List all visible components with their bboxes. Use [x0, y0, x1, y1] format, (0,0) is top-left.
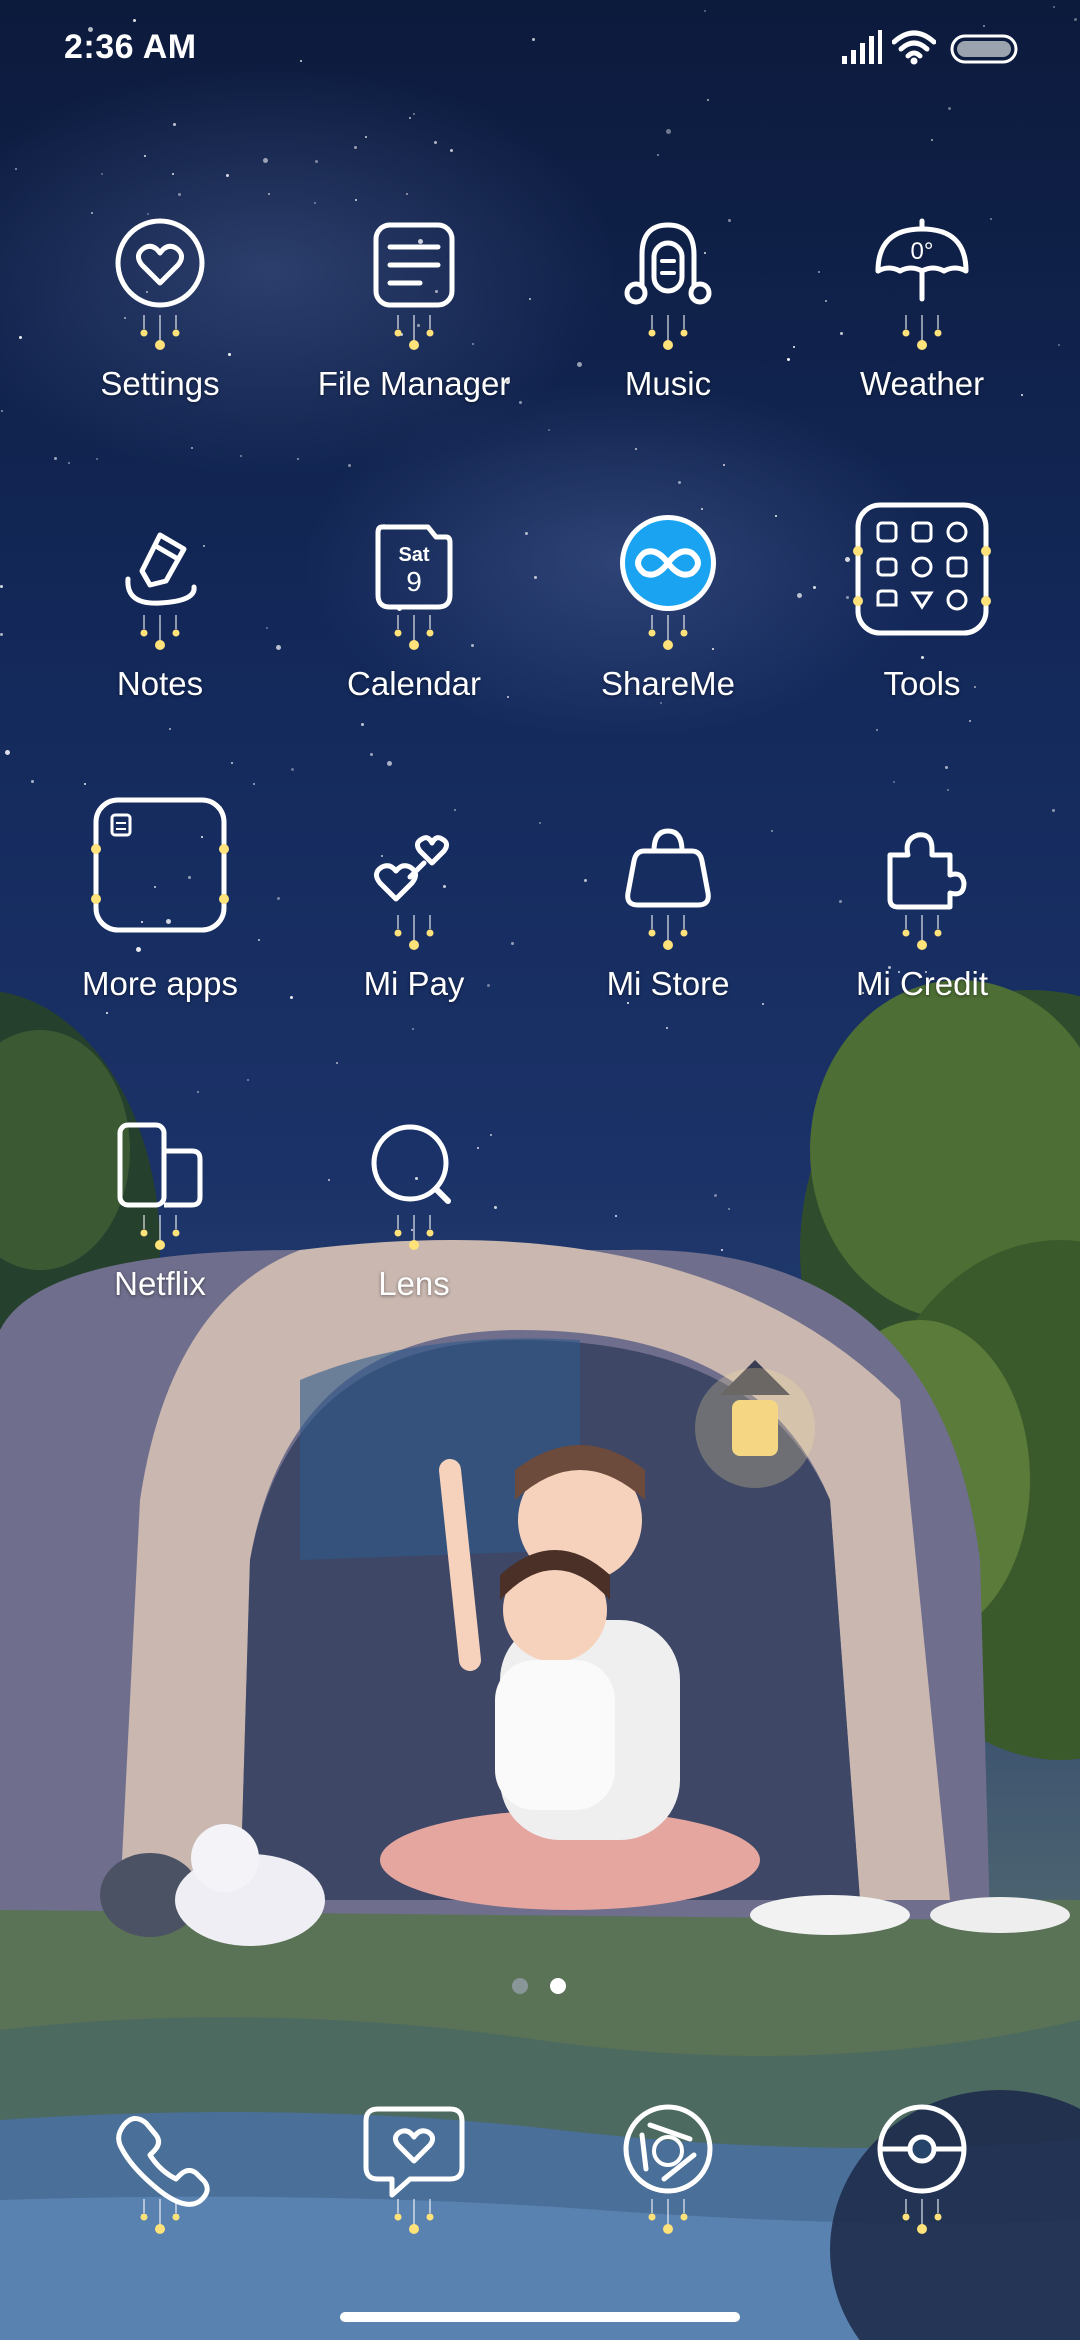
- folder-icon: [90, 797, 230, 955]
- app-lens[interactable]: Lens: [289, 1115, 539, 1315]
- camera-icon: [877, 2104, 967, 2234]
- app-label: More apps: [82, 965, 238, 1002]
- app-label: Weather: [859, 365, 985, 402]
- calendar-icon: Sat 9: [354, 515, 474, 655]
- app-mi-credit[interactable]: Mi Credit: [797, 815, 1047, 1015]
- status-time: 2:36 AM: [64, 28, 197, 66]
- app-file-manager[interactable]: File Manager: [289, 215, 539, 415]
- app-tools-folder[interactable]: Tools: [797, 502, 1047, 715]
- folder-list-icon: [354, 215, 474, 355]
- calendar-date: 9: [406, 566, 422, 597]
- weather-temp: 0°: [911, 238, 934, 265]
- headphones-icon: [608, 215, 728, 355]
- infinity-icon: [608, 515, 728, 655]
- tools-folder-icon: [852, 502, 992, 655]
- dock-browser[interactable]: [598, 2095, 738, 2245]
- dock-camera[interactable]: [852, 2095, 992, 2245]
- battery-icon: [950, 34, 1018, 64]
- app-calendar[interactable]: Sat 9 Calendar: [289, 515, 539, 715]
- app-label: Music: [624, 365, 712, 402]
- app-mi-pay[interactable]: Mi Pay: [289, 815, 539, 1015]
- app-notes[interactable]: Notes: [35, 515, 285, 715]
- page-indicator[interactable]: [0, 1976, 1080, 1996]
- phone-icon: [116, 2116, 210, 2234]
- umbrella-icon: 0°: [862, 215, 982, 355]
- wifi-icon: [892, 30, 936, 65]
- app-mi-store[interactable]: Mi Store: [543, 815, 793, 1015]
- status-icons: [840, 30, 1020, 70]
- dock-phone[interactable]: [90, 2095, 230, 2245]
- signal-icon: [842, 30, 882, 64]
- heart-circle-icon: [100, 215, 220, 355]
- app-settings[interactable]: Settings: [35, 215, 285, 415]
- lens-icon: [354, 1115, 474, 1255]
- page-dot-2-active[interactable]: [550, 1978, 566, 1994]
- app-netflix[interactable]: Netflix: [35, 1115, 285, 1315]
- bag-icon: [608, 815, 728, 955]
- app-label: Lens: [378, 1265, 450, 1302]
- app-shareme[interactable]: ShareMe: [543, 515, 793, 715]
- app-label: File Manager: [317, 365, 511, 402]
- app-label: Mi Credit: [855, 965, 989, 1002]
- gesture-bar[interactable]: [340, 2312, 740, 2322]
- calendar-day: Sat: [398, 544, 429, 566]
- puzzle-icon: [862, 815, 982, 955]
- browser-aperture-icon: [623, 2104, 713, 2234]
- netflix-icon: [100, 1115, 220, 1255]
- app-label: Netflix: [114, 1265, 206, 1302]
- app-label: Mi Store: [606, 965, 730, 1002]
- app-music[interactable]: Music: [543, 215, 793, 415]
- app-label: Tools: [883, 665, 961, 702]
- app-label: Settings: [100, 365, 220, 402]
- app-label: Mi Pay: [363, 965, 465, 1002]
- pen-icon: [100, 515, 220, 655]
- app-label: Calendar: [347, 665, 481, 702]
- page-dot-1[interactable]: [512, 1978, 528, 1994]
- app-more-apps-folder[interactable]: More apps: [35, 797, 285, 1015]
- dock-messages[interactable]: [344, 2095, 484, 2245]
- app-label: ShareMe: [601, 665, 735, 702]
- two-hearts-icon: [354, 815, 474, 955]
- app-weather[interactable]: 0° Weather: [797, 215, 1047, 415]
- message-heart-icon: [363, 2106, 465, 2234]
- app-label: Notes: [116, 665, 204, 702]
- status-bar: 2:36 AM: [0, 0, 1080, 100]
- home-screen: 2:36 AM Settings File Manager Music 0° W…: [0, 0, 1080, 2340]
